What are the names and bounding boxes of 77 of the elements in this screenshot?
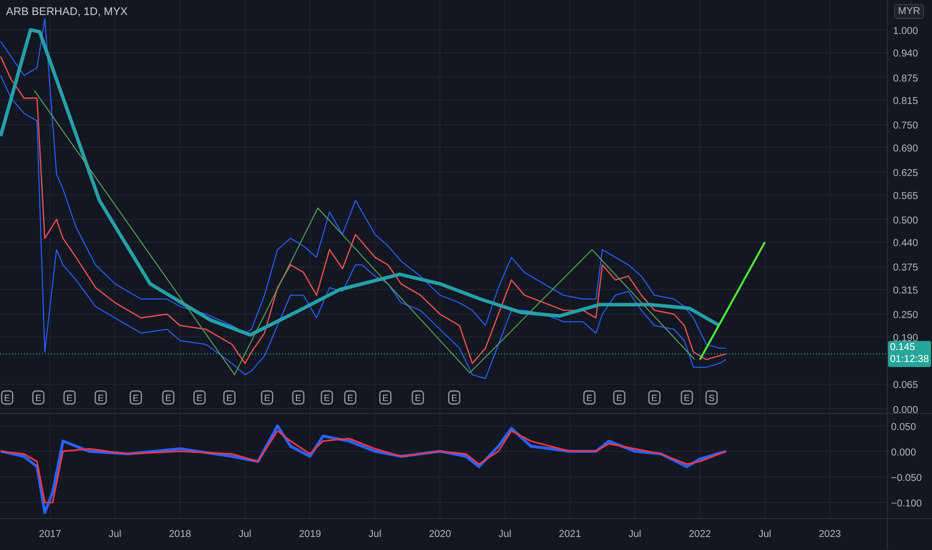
annotation: E (586, 392, 592, 403)
axis-label: 2017 (38, 529, 62, 540)
annotation: E (414, 392, 421, 403)
annotation: E (616, 392, 622, 403)
event-marker[interactable]: E (1, 390, 14, 405)
event-marker[interactable]: E (448, 390, 460, 405)
axis-label: 0.065 (893, 380, 918, 392)
event-marker[interactable]: E (379, 390, 392, 405)
axis-label: 0.440 (893, 238, 918, 250)
axis-label: 2021 (558, 529, 582, 540)
event-marker[interactable]: E (583, 390, 596, 405)
axis-label: 0.000 (893, 404, 918, 413)
axis-label: 0.815 (893, 96, 918, 108)
annotation: E (324, 392, 330, 403)
event-marker[interactable]: E (223, 390, 236, 405)
annotation: E (651, 392, 658, 403)
event-marker[interactable]: E (63, 390, 76, 405)
event-marker[interactable]: E (680, 390, 693, 405)
annotation: E (35, 392, 42, 403)
annotation: E (226, 392, 232, 403)
last-price: 0.145 (890, 342, 916, 354)
axis-label: 0.315 (893, 285, 918, 296)
event-marker[interactable]: E (130, 390, 142, 405)
event-marker[interactable]: E (292, 390, 304, 405)
annotation: E (684, 392, 690, 403)
annotation: E (196, 392, 203, 403)
axis-label: −0.050 (891, 472, 922, 484)
axis-label: 1.000 (893, 26, 918, 37)
axis-label: 0.190 (893, 332, 918, 344)
annotation: E (165, 392, 172, 403)
event-marker[interactable]: E (648, 390, 660, 405)
axis-label: 2019 (298, 529, 322, 540)
axis-label: 0.375 (893, 262, 918, 274)
event-marker[interactable]: E (344, 390, 356, 405)
event-marker[interactable]: S (705, 390, 718, 405)
axis-label: 0.000 (891, 447, 916, 458)
bar-countdown: 01:12:38 (890, 354, 930, 366)
axis-label: 2020 (428, 529, 452, 540)
chart-title: ARB BERHAD, 1D, MYX (6, 6, 128, 18)
axis-label: 0.690 (893, 143, 918, 154)
currency-label[interactable]: MYR (894, 4, 924, 19)
axis-label: 0.940 (893, 48, 918, 60)
axis-label: Jul (628, 529, 642, 540)
event-marker[interactable]: E (162, 390, 174, 405)
axis-label: 0.625 (893, 168, 918, 180)
event-marker[interactable]: E (193, 390, 206, 405)
axis-label: −0.100 (891, 498, 922, 510)
annotation: E (132, 392, 139, 403)
annotation: E (66, 392, 73, 403)
event-marker[interactable]: E (412, 390, 424, 405)
axis-label: 0.875 (893, 73, 918, 84)
annotation: E (98, 392, 104, 403)
annotation: E (382, 392, 388, 403)
annotation: E (295, 392, 302, 403)
axis-label: 0.250 (893, 310, 918, 322)
annotation: S (708, 392, 715, 403)
axis-label: Jul (368, 529, 382, 540)
axis-label: 0.050 (891, 422, 916, 433)
axis-label: 2023 (818, 529, 841, 540)
axis-label: 0.565 (893, 190, 918, 202)
axis-label: Jul (498, 529, 512, 540)
axis-label: 2022 (688, 529, 711, 540)
event-marker[interactable]: E (613, 390, 626, 405)
annotation: E (264, 392, 270, 403)
event-marker[interactable]: E (32, 390, 44, 405)
axis-label: Jul (238, 529, 252, 540)
annotation: E (347, 392, 354, 403)
event-marker[interactable]: E (94, 390, 107, 405)
event-marker[interactable]: E (320, 390, 333, 405)
axis-label: 0.750 (893, 120, 918, 132)
annotation: E (451, 392, 458, 403)
annotation: E (4, 392, 10, 403)
axis-label: Jul (758, 529, 772, 540)
axis-label: 0.500 (893, 215, 918, 226)
event-marker[interactable]: E (260, 390, 274, 405)
axis-label: Jul (108, 529, 122, 540)
axis-label: 2018 (168, 529, 192, 540)
